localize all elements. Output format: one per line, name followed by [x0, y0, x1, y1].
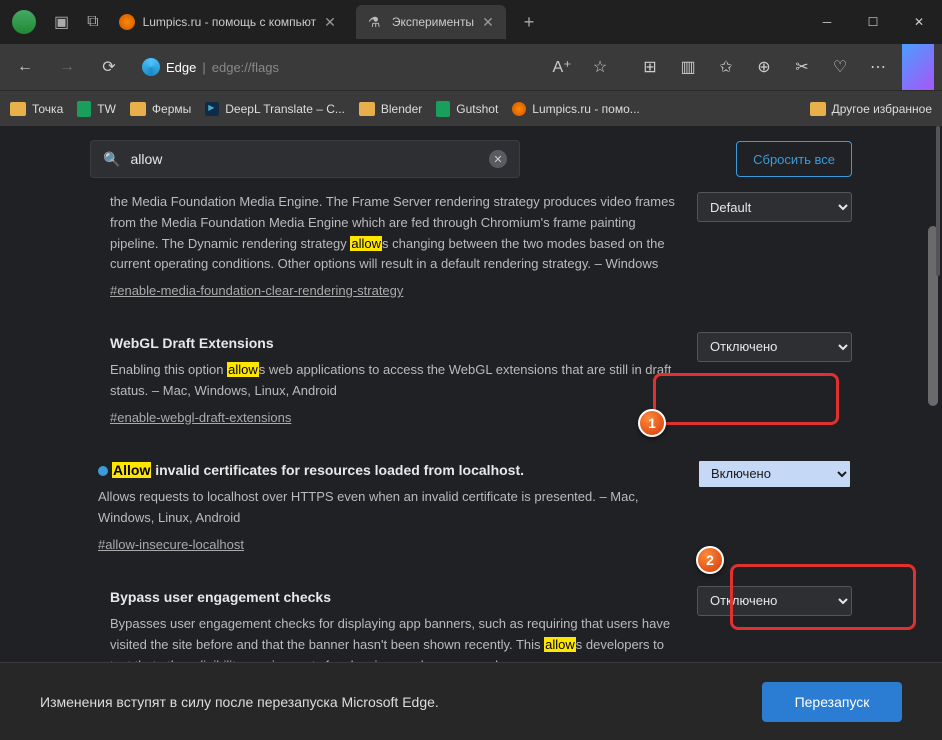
copilot-icon[interactable]	[902, 44, 934, 90]
annotation-badge-2: 2	[696, 546, 724, 574]
highlight: allow	[350, 236, 382, 251]
tabactions-icon[interactable]: ⧉	[87, 13, 98, 31]
flag-desc: Allows requests to localhost over HTTPS …	[98, 489, 638, 525]
refresh-button[interactable]: ⟳	[92, 50, 126, 84]
footer-message: Изменения вступят в силу после перезапус…	[40, 694, 439, 710]
bookmark-gutshot[interactable]: Gutshot	[436, 101, 498, 117]
bookmarks-bar: Точка TW Фермы DeepL Translate – C... Bl…	[0, 90, 942, 126]
flag-select-enabled[interactable]: Включено	[697, 459, 852, 489]
restart-footer: Изменения вступят в силу после перезапус…	[0, 662, 942, 740]
bookmark-label: Gutshot	[456, 102, 498, 116]
folder-icon	[10, 102, 26, 116]
close-icon[interactable]: ✕	[324, 14, 336, 31]
highlight: allow	[227, 362, 259, 377]
flag-select[interactable]: Default	[697, 192, 852, 222]
clear-search-button[interactable]: ✕	[489, 150, 507, 168]
bookmark-tw[interactable]: TW	[77, 101, 116, 117]
flag-select[interactable]: Отключено	[697, 332, 852, 362]
flag-title: Bypass user engagement checks	[110, 586, 677, 608]
close-window-button[interactable]: ✕	[896, 0, 942, 44]
window-scrollbar[interactable]	[936, 126, 940, 276]
bookmark-deepl[interactable]: DeepL Translate – C...	[205, 102, 345, 116]
flag-item: Allow invalid certificates for resources…	[98, 459, 852, 556]
flag-item: the Media Foundation Media Engine. The F…	[110, 192, 852, 302]
search-input[interactable]	[130, 151, 479, 167]
folder-icon	[359, 102, 375, 116]
collections-icon[interactable]: ⊕	[746, 49, 782, 85]
bookmark-label: Blender	[381, 102, 422, 116]
address-separator: |	[202, 60, 205, 75]
favorite-icon[interactable]: ☆	[582, 49, 618, 85]
maximize-button[interactable]: ☐	[850, 0, 896, 44]
search-box[interactable]: 🔍 ✕	[90, 140, 520, 178]
flag-hash-link[interactable]: #enable-media-foundation-clear-rendering…	[110, 281, 403, 302]
bookmark-label: DeepL Translate – C...	[225, 102, 345, 116]
edge-icon	[142, 58, 160, 76]
close-icon[interactable]: ✕	[482, 14, 494, 31]
read-aloud-icon[interactable]: A⁺	[544, 49, 580, 85]
flag-item: WebGL Draft Extensions Enabling this opt…	[110, 332, 852, 429]
tab-label: Эксперименты	[392, 15, 474, 29]
deepl-icon	[205, 102, 219, 116]
bookmark-label: Точка	[32, 102, 63, 116]
highlight: allow	[544, 637, 576, 652]
tab-lumpics[interactable]: Lumpics.ru - помощь с компьют ✕	[107, 5, 348, 39]
bookmark-blender[interactable]: Blender	[359, 102, 422, 116]
new-tab-button[interactable]: +	[524, 12, 535, 33]
sheets-icon	[436, 101, 450, 117]
flag-title-text: invalid certificates for resources loade…	[151, 462, 524, 478]
screenshot-icon[interactable]: ✂	[784, 49, 820, 85]
favorites-bar-icon[interactable]: ✩	[708, 49, 744, 85]
flag-select[interactable]: Отключено	[697, 586, 852, 616]
flag-title: WebGL Draft Extensions	[110, 332, 677, 354]
lumpics-icon	[512, 102, 526, 116]
flag-hash-link[interactable]: #allow-insecure-localhost	[98, 535, 244, 556]
titlebar: ▣ ⧉ Lumpics.ru - помощь с компьют ✕ ⚗ Эк…	[0, 0, 942, 44]
forward-button: →	[50, 50, 84, 84]
bookmark-label: Lumpics.ru - помо...	[532, 102, 639, 116]
sheets-icon	[77, 101, 91, 117]
changed-dot-icon	[98, 466, 108, 476]
lumpics-icon	[119, 14, 135, 30]
flag-hash-link[interactable]: #enable-webgl-draft-extensions	[110, 408, 291, 429]
bookmark-lumpics[interactable]: Lumpics.ru - помо...	[512, 102, 639, 116]
folder-icon	[810, 102, 826, 116]
bookmark-fermy[interactable]: Фермы	[130, 102, 191, 116]
address-bar[interactable]: Edge | edge://flags	[134, 58, 287, 76]
bookmark-tochka[interactable]: Точка	[10, 102, 63, 116]
extensions-icon[interactable]: ⊞	[632, 49, 668, 85]
tab-experiments[interactable]: ⚗ Эксперименты ✕	[356, 5, 506, 39]
reset-label: Сбросить все	[753, 152, 835, 167]
bookmark-label: TW	[97, 102, 116, 116]
split-icon[interactable]: ▥	[670, 49, 706, 85]
minimize-button[interactable]: ─	[804, 0, 850, 44]
search-icon: 🔍	[103, 151, 120, 168]
toolbar: ← → ⟳ Edge | edge://flags A⁺ ☆ ⊞ ▥ ✩ ⊕ ✂…	[0, 44, 942, 90]
reset-all-button[interactable]: Сбросить все	[736, 141, 852, 177]
highlight: Allow	[112, 462, 151, 478]
bookmark-label: Другое избранное	[832, 102, 932, 116]
address-edge-label: Edge	[166, 60, 196, 75]
address-url: edge://flags	[212, 60, 279, 75]
flag-desc: Enabling this option	[110, 362, 227, 377]
back-button[interactable]: ←	[8, 50, 42, 84]
folder-icon	[130, 102, 146, 116]
profile-avatar[interactable]	[12, 10, 36, 34]
flag-title: Allow invalid certificates for resources…	[98, 459, 677, 481]
page-content: 🔍 ✕ Сбросить все the Media Foundation Me…	[0, 126, 942, 740]
bookmark-other[interactable]: Другое избранное	[810, 102, 932, 116]
workspaces-icon[interactable]: ▣	[54, 12, 69, 32]
restart-button[interactable]: Перезапуск	[762, 682, 902, 722]
flask-icon: ⚗	[368, 14, 384, 30]
tab-label: Lumpics.ru - помощь с компьют	[143, 15, 317, 29]
more-icon[interactable]: ⋯	[860, 49, 896, 85]
annotation-badge-1: 1	[638, 409, 666, 437]
performance-icon[interactable]: ♡	[822, 49, 858, 85]
bookmark-label: Фермы	[152, 102, 191, 116]
